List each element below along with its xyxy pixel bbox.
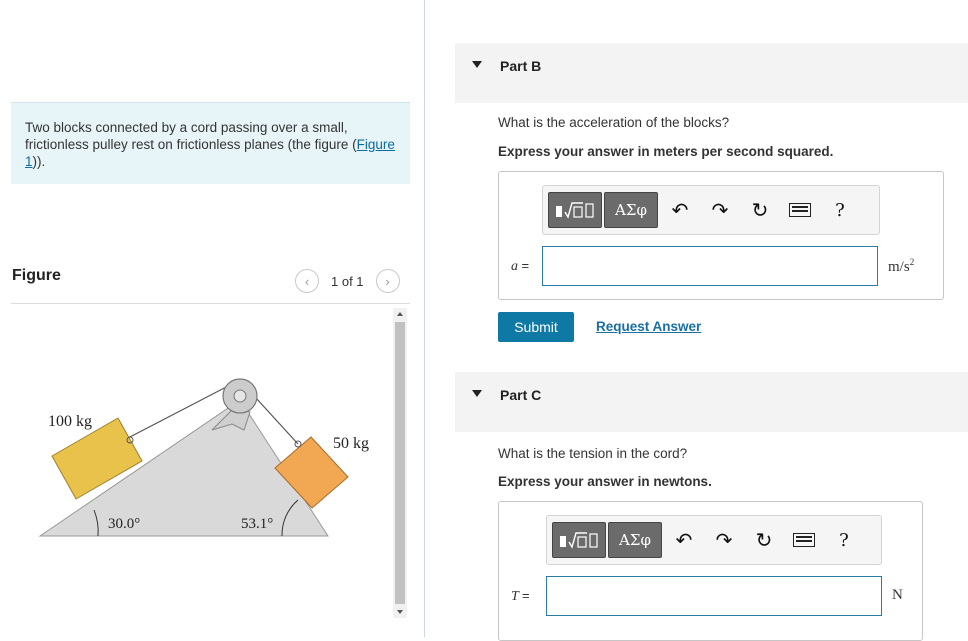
left-pane: Two blocks connected by a cord passing o… <box>0 0 424 637</box>
equals-sign: = <box>522 588 530 603</box>
problem-text-end: )). <box>32 154 46 169</box>
figure-pagination: ‹ 1 of 1 › <box>295 267 400 295</box>
incline-figure: 100 kg 50 kg 30.0° 53.1° <box>38 378 369 537</box>
part-c-instruction: Express your answer in newtons. <box>498 474 712 489</box>
part-b-header[interactable]: Part B <box>455 43 968 103</box>
part-b-variable-label: a = <box>511 258 529 275</box>
pane-divider <box>424 0 425 637</box>
prev-figure-button[interactable]: ‹ <box>295 269 319 293</box>
greek-symbols-button[interactable]: ΑΣφ <box>608 522 662 558</box>
mass-right-label: 50 kg <box>333 435 369 452</box>
undo-icon[interactable]: ↶ <box>662 192 698 228</box>
chevron-left-icon: ‹ <box>304 273 310 289</box>
templates-icon <box>560 532 598 549</box>
part-c-question: What is the tension in the cord? <box>498 446 688 461</box>
redo-icon[interactable]: ↷ <box>702 192 738 228</box>
part-b-math-toolbar: ΑΣφ ↶ ↷ ↻ ? <box>542 185 880 235</box>
reset-icon[interactable]: ↻ <box>742 192 778 228</box>
part-b-unit: m/s2 <box>888 257 915 275</box>
mass-left-label: 100 kg <box>48 413 92 430</box>
scroll-thumb[interactable] <box>395 322 405 604</box>
figure-title: Figure <box>12 267 61 284</box>
figure-scrollbar[interactable] <box>393 308 407 618</box>
divider <box>11 303 410 304</box>
help-icon[interactable]: ? <box>826 522 862 558</box>
scroll-up-arrow[interactable] <box>393 308 407 320</box>
request-answer-link[interactable]: Request Answer <box>596 319 701 334</box>
caret-down-icon <box>472 390 482 397</box>
undo-icon[interactable]: ↶ <box>666 522 702 558</box>
keyboard-icon[interactable] <box>786 522 822 558</box>
templates-button[interactable] <box>548 192 602 228</box>
angle-right-label: 53.1° <box>241 516 273 532</box>
chevron-right-icon: › <box>385 273 390 289</box>
part-b-question: What is the acceleration of the blocks? <box>498 115 730 130</box>
help-icon[interactable]: ? <box>822 192 858 228</box>
keyboard-icon[interactable] <box>782 192 818 228</box>
pulley-hub <box>233 389 247 403</box>
page-indicator: 1 of 1 <box>331 273 364 289</box>
equals-sign: = <box>521 258 530 273</box>
part-b-answer-box: ΑΣφ ↶ ↷ ↻ ? a = m/s2 <box>498 171 944 300</box>
angle-left-label: 30.0° <box>108 516 140 532</box>
reset-icon[interactable]: ↻ <box>746 522 782 558</box>
part-c-title: Part C <box>500 387 542 403</box>
problem-text: Two blocks connected by a cord passing o… <box>25 120 357 152</box>
scroll-down-arrow[interactable] <box>393 606 407 618</box>
variable-T: T <box>511 589 519 604</box>
templates-icon <box>556 202 594 219</box>
tension-input[interactable] <box>546 576 882 616</box>
problem-statement: Two blocks connected by a cord passing o… <box>11 102 410 184</box>
part-c-header[interactable]: Part C <box>455 372 968 432</box>
part-c-variable-label: T = <box>511 588 530 605</box>
part-c-unit: N <box>892 587 903 603</box>
submit-button[interactable]: Submit <box>498 312 574 342</box>
redo-icon[interactable]: ↷ <box>706 522 742 558</box>
greek-symbols-button[interactable]: ΑΣφ <box>604 192 658 228</box>
caret-down-icon <box>472 61 482 68</box>
next-figure-button[interactable]: › <box>375 269 400 293</box>
templates-button[interactable] <box>552 522 606 558</box>
part-c-math-toolbar: ΑΣφ ↶ ↷ ↻ ? <box>546 515 882 565</box>
acceleration-input[interactable] <box>542 246 878 286</box>
part-b-title: Part B <box>500 58 542 74</box>
part-b-instruction: Express your answer in meters per second… <box>498 144 834 159</box>
variable-a: a <box>511 259 518 274</box>
part-c-answer-box: ΑΣφ ↶ ↷ ↻ ? T = N <box>498 501 923 641</box>
